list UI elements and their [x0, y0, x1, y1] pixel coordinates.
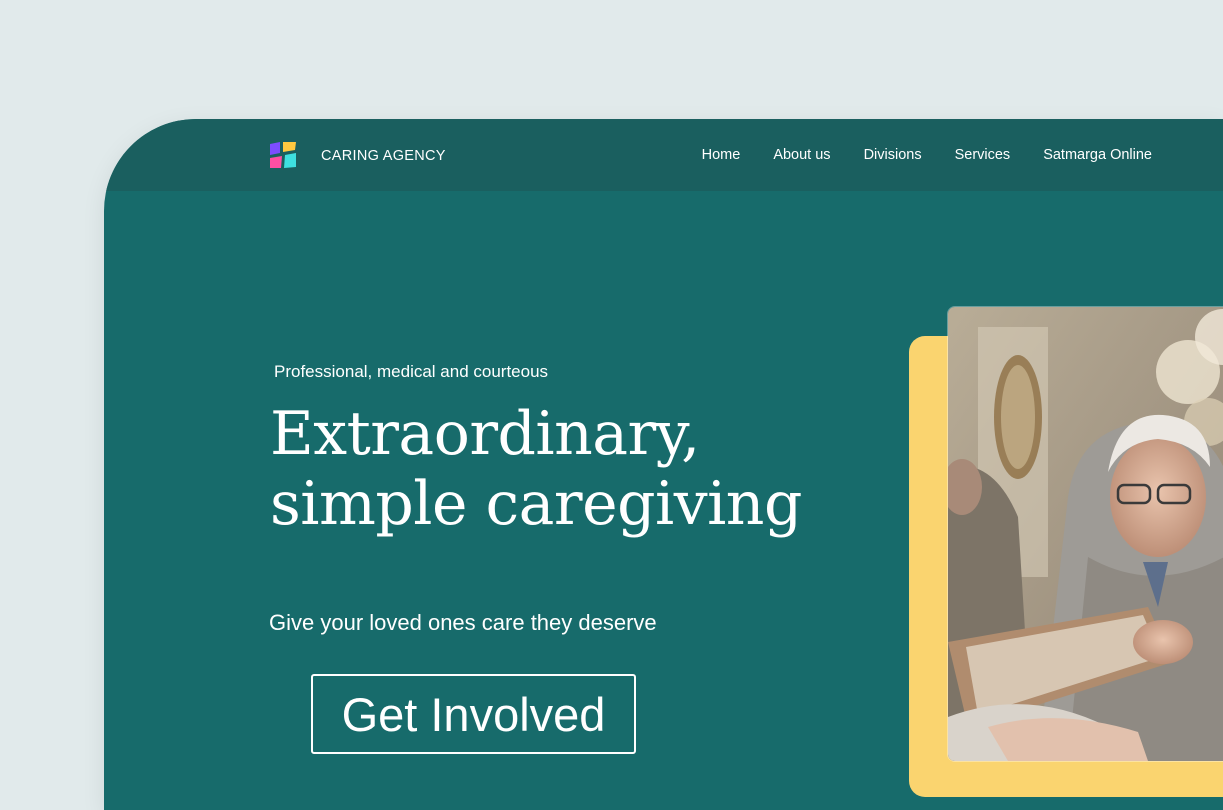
brand-logo-icon[interactable]: [268, 140, 298, 170]
main-nav: Home About us Divisions Services Satmarg…: [702, 147, 1152, 163]
headline-line-2: simple caregiving: [270, 469, 802, 539]
brand-name[interactable]: CARING AGENCY: [321, 148, 446, 164]
hero-frame: CARING AGENCY Home About us Divisions Se…: [104, 119, 1223, 810]
get-involved-button[interactable]: Get Involved: [311, 674, 636, 754]
hero-eyebrow: Professional, medical and courteous: [274, 362, 549, 381]
elderly-man-photo: [948, 307, 1223, 761]
hero-photo: [947, 306, 1223, 762]
headline-line-1: Extraordinary,: [270, 399, 700, 469]
nav-item-home[interactable]: Home: [702, 147, 741, 163]
nav-item-satmarga-online[interactable]: Satmarga Online: [1043, 147, 1152, 163]
nav-item-services[interactable]: Services: [955, 147, 1011, 163]
hero-headline: Extraordinary, simple caregiving: [270, 399, 802, 539]
nav-item-about-us[interactable]: About us: [773, 147, 830, 163]
navbar: CARING AGENCY Home About us Divisions Se…: [104, 119, 1223, 191]
hero-subtext: Give your loved ones care they deserve: [269, 610, 657, 635]
nav-item-divisions[interactable]: Divisions: [864, 147, 922, 163]
